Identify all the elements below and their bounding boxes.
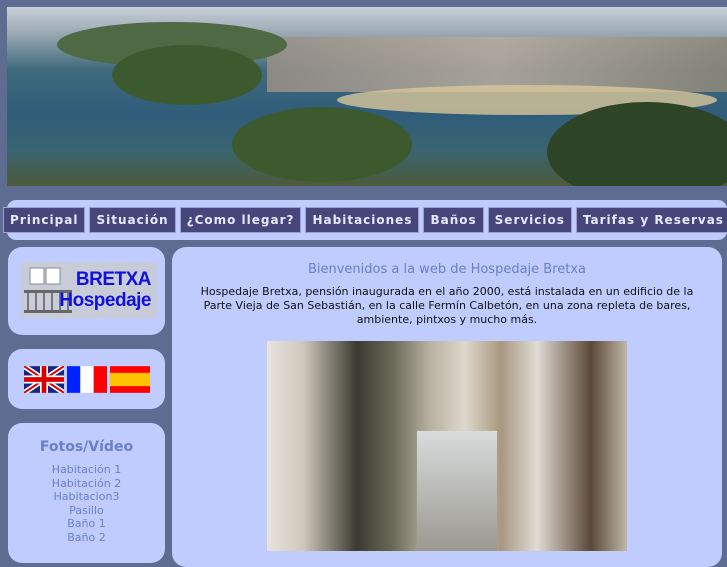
uk-flag-icon[interactable]	[23, 365, 64, 393]
france-flag-icon[interactable]	[66, 365, 107, 393]
main-content: Bienvenidos a la web de Hospedaje Bretxa…	[172, 247, 722, 567]
street-photo	[267, 341, 627, 551]
intro-text: Hospedaje Bretxa, pensión inaugurada en …	[200, 285, 694, 326]
fotos-link-habitacion-2[interactable]: Habitación 2	[8, 477, 165, 491]
header-banner-photo	[7, 7, 727, 186]
spain-flag-icon[interactable]	[109, 365, 150, 393]
fotos-link-habitacion-1[interactable]: Habitación 1	[8, 463, 165, 477]
nav-habitaciones[interactable]: Habitaciones	[305, 207, 420, 233]
fotos-link-habitacion-3[interactable]: Habitacion3	[8, 490, 165, 504]
fotos-panel: Fotos/Vídeo Habitación 1 Habitación 2 Ha…	[8, 423, 165, 563]
fotos-title: Fotos/Vídeo	[39, 439, 134, 455]
fotos-link-pasillo[interactable]: Pasillo	[8, 504, 165, 518]
fotos-link-bano-1[interactable]: Baño 1	[8, 517, 165, 531]
logo[interactable]: BRETXA Hospedaje	[21, 262, 157, 318]
main-nav: Principal Situación ¿Como llegar? Habita…	[3, 200, 727, 240]
fotos-link-bano-2[interactable]: Baño 2	[8, 531, 165, 545]
language-panel	[8, 349, 165, 409]
nav-principal[interactable]: Principal	[3, 207, 86, 233]
logo-text-hospedaje: Hospedaje	[59, 290, 151, 311]
nav-situacion[interactable]: Situación	[89, 207, 176, 233]
nav-tarifas[interactable]: Tarifas y Reservas	[575, 207, 727, 233]
logo-panel: BRETXA Hospedaje	[8, 247, 165, 335]
logo-text-bretxa: BRETXA	[75, 269, 152, 290]
nav-como-llegar[interactable]: ¿Como llegar?	[179, 207, 302, 233]
page-title: Bienvenidos a la web de Hospedaje Bretxa	[307, 262, 587, 277]
nav-banos[interactable]: Baños	[423, 207, 484, 233]
nav-servicios[interactable]: Servicios	[487, 207, 572, 233]
